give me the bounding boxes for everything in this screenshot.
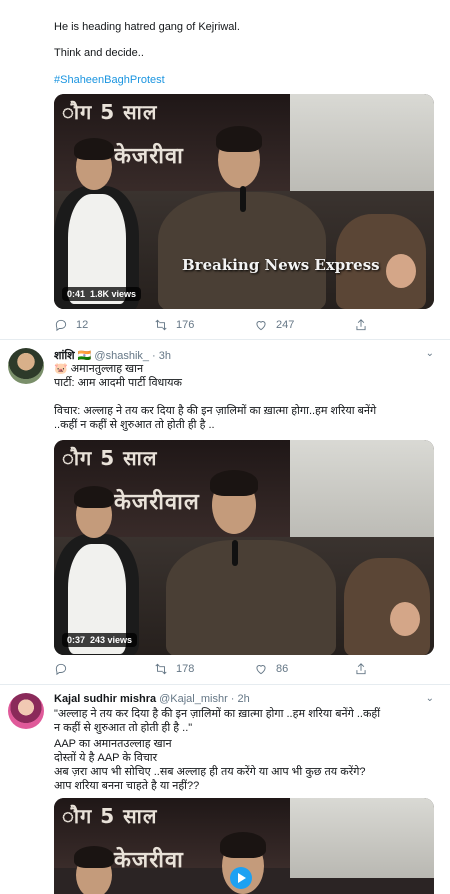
banner-text: केजरीवा (114, 144, 184, 169)
hashtag-link[interactable]: #ShaheenBaghProtest (54, 73, 165, 87)
avatar[interactable] (8, 348, 44, 384)
speaker-hair (210, 470, 258, 496)
crowd-head (386, 254, 416, 288)
video-duration: 0:41 (67, 289, 86, 299)
video-frame-backdrop (289, 94, 434, 202)
retweet-count: 178 (176, 663, 195, 675)
banner-text: ौग 5 साल (62, 804, 158, 828)
reply-icon (55, 319, 67, 332)
speaker-hair (220, 832, 266, 858)
tweet-text-line: AAP का अमानतउल्लाह खान (54, 738, 172, 750)
person-hair (74, 486, 114, 508)
chevron-down-icon[interactable]: ⌄ (426, 348, 434, 359)
retweet-icon (155, 319, 167, 331)
like-button[interactable]: 247 (254, 318, 294, 332)
tweet-text-line: विचार: अल्लाह ने तय कर दिया है की इन ज़ा… (54, 405, 377, 417)
like-count: 247 (276, 319, 295, 331)
heart-icon (256, 321, 266, 331)
video-player[interactable]: ौग 5 साल केजरीवा Breaking News Express 0… (54, 94, 434, 309)
video-frame-backdrop (289, 440, 434, 548)
display-name[interactable]: Kajal sudhir mishra (54, 693, 156, 705)
speaker-hair (216, 126, 262, 152)
video-views: 1.8K views (90, 289, 137, 299)
video-player[interactable]: ौग 5 साल केजरीवाल 0:37 243 views (54, 440, 434, 655)
tweet-actions: 178 86 (54, 662, 434, 678)
share-icon (356, 319, 366, 331)
video-watermark: Breaking News Express (182, 256, 380, 274)
avatar[interactable] (8, 693, 44, 729)
tweet-header: Kajal sudhir mishra @Kajal_mishr · 2h (54, 693, 250, 705)
tweet-text-line: ..कहीं न कहीं से शुरुआत तो होती ही है .. (54, 419, 215, 431)
tweet-text-line: आप शरिया बनना चाहते है या नहीं?? (54, 780, 200, 792)
reply-button[interactable]: 12 (54, 318, 88, 332)
tweet-text-line: He is heading hatred gang of Kejriwal. (54, 21, 240, 33)
share-button[interactable] (354, 318, 368, 332)
chevron-down-icon[interactable]: ⌄ (426, 693, 434, 704)
person-hair (74, 846, 114, 868)
share-button[interactable] (354, 662, 368, 676)
tweet-text-line: "अल्लाह ने तय कर दिया है की इन ज़ालिमों … (54, 708, 381, 720)
video-views: 243 views (90, 635, 133, 645)
user-handle[interactable]: @Kajal_mishr · 2h (159, 693, 250, 705)
crowd-head (390, 602, 420, 636)
retweet-button[interactable]: 176 (154, 318, 194, 332)
person-hair (74, 138, 114, 160)
user-handle[interactable]: @shashik_ · 3h (94, 350, 171, 362)
banner-text: केजरीवाल (114, 490, 200, 515)
heart-icon (256, 665, 266, 675)
reply-icon (55, 663, 67, 676)
banner-text: ौग 5 साल (62, 446, 158, 470)
microphone (232, 540, 238, 566)
share-icon (356, 663, 366, 675)
tweet-1[interactable]: He is heading hatred gang of Kejriwal. T… (0, 0, 450, 340)
tweet-header: शांशि 🇮🇳 @shashik_ · 3h (54, 348, 171, 363)
banner-text: केजरीवा (114, 848, 184, 873)
tweet-actions: 12 176 247 (54, 318, 434, 334)
speaker-figure (166, 540, 336, 655)
video-stats-badge: 0:41 1.8K views (62, 287, 142, 301)
retweet-icon (155, 663, 167, 675)
video-stats-badge: 0:37 243 views (62, 633, 138, 647)
tweet-text-line: पार्टी: आम आदमी पार्टी विधायक (54, 377, 182, 389)
microphone (240, 186, 246, 212)
tweet-text-line: न कहीं से शुरुआत तो होती ही है .." (54, 722, 193, 734)
banner-text: ौग 5 साल (62, 100, 158, 124)
reply-count: 12 (76, 319, 89, 331)
tweet-text-line: अब ज़रा आप भी सोचिए ..सब अल्लाह ही तय कर… (54, 766, 366, 778)
video-frame-backdrop (289, 798, 434, 878)
tweet-text-line: 🐷 अमानतुल्लाह खान (54, 363, 144, 375)
like-button[interactable]: 86 (254, 662, 288, 676)
video-duration: 0:37 (67, 635, 86, 645)
tweet-text-line: दोस्तों ये है AAP के विचार (54, 752, 158, 764)
reply-button[interactable] (54, 662, 68, 676)
like-count: 86 (276, 663, 289, 675)
tweet-3[interactable]: Kajal sudhir mishra @Kajal_mishr · 2h ⌄ "… (0, 685, 450, 894)
tweet-2[interactable]: शांशि 🇮🇳 @shashik_ · 3h ⌄ 🐷 अमानतुल्लाह ख… (0, 340, 450, 685)
display-name[interactable]: शांशि 🇮🇳 (54, 350, 91, 362)
play-icon[interactable] (230, 867, 252, 889)
tweet-text-line: Think and decide.. (54, 47, 144, 59)
retweet-button[interactable]: 178 (154, 662, 194, 676)
crowd-figure (344, 558, 430, 655)
retweet-count: 176 (176, 319, 195, 331)
